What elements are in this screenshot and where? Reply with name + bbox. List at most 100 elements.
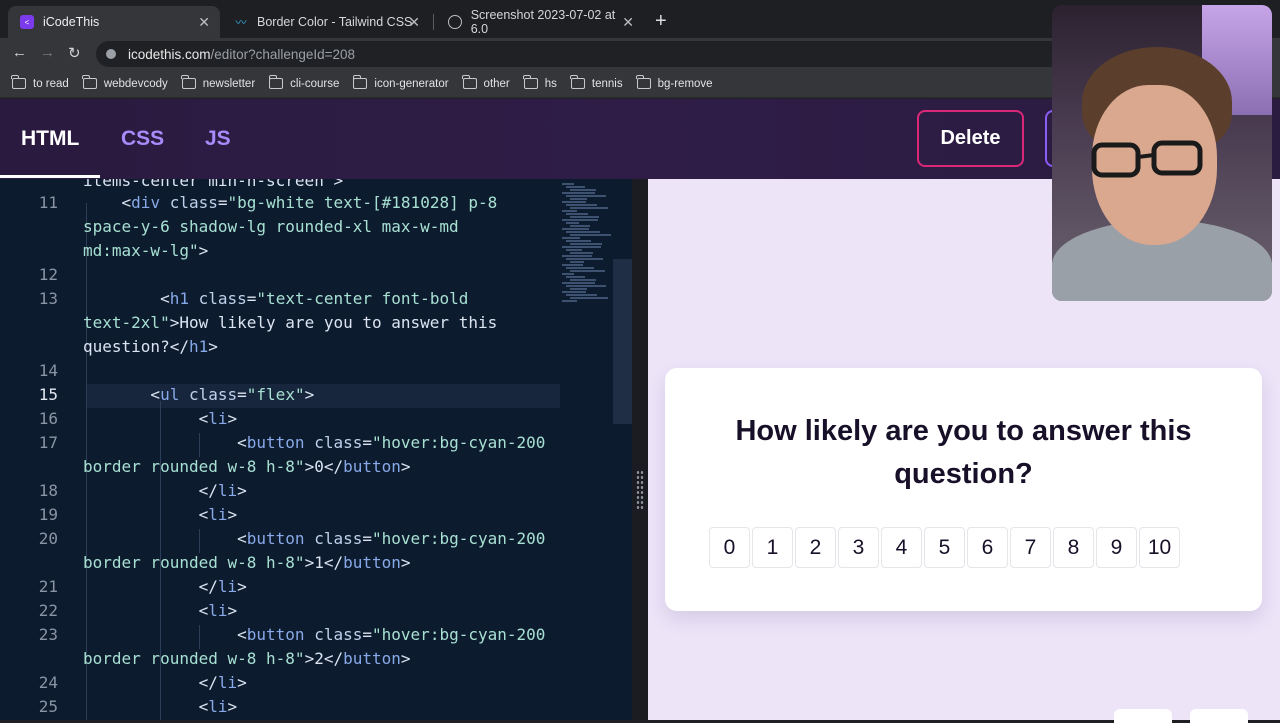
line-number: 12 bbox=[38, 265, 58, 284]
close-tab-icon[interactable]: ✕ bbox=[408, 14, 420, 31]
minimap[interactable] bbox=[562, 179, 612, 309]
site-info-icon[interactable] bbox=[106, 49, 116, 59]
resize-grip-icon[interactable] bbox=[636, 470, 644, 510]
preview-footer-button[interactable] bbox=[1190, 709, 1248, 723]
tab-title: Border Color - Tailwind CSS bbox=[257, 15, 413, 29]
minimap-line bbox=[570, 288, 587, 290]
bookmark-label: to read bbox=[33, 77, 69, 90]
bookmark-label: webdevcody bbox=[103, 77, 168, 90]
minimap-line bbox=[566, 249, 582, 251]
bookmark-hs[interactable]: hs bbox=[523, 75, 557, 90]
rating-button-3[interactable]: 3 bbox=[838, 527, 879, 568]
code-line: <ul class="flex"> bbox=[83, 385, 315, 404]
code-line-partial: items-center min-h-screen"> bbox=[83, 179, 344, 190]
forward-arrow-icon[interactable]: → bbox=[40, 44, 55, 61]
minimap-line bbox=[566, 267, 594, 269]
line-number: 25 bbox=[38, 697, 58, 716]
minimap-line bbox=[566, 186, 585, 188]
line-number: 24 bbox=[38, 673, 58, 692]
line-number: 17 bbox=[38, 433, 58, 452]
code-line: border rounded w-8 h-8">0</button> bbox=[83, 457, 411, 476]
minimap-line bbox=[562, 282, 595, 284]
minimap-line bbox=[570, 261, 584, 263]
minimap-line bbox=[566, 222, 579, 224]
code-line: <button class="hover:bg-cyan-200 bbox=[83, 529, 546, 548]
bookmark-icon-generator[interactable]: icon-generator bbox=[352, 75, 449, 90]
browser-tab-icodethis[interactable]: < iCodeThis ✕ bbox=[8, 6, 220, 38]
url-path: /editor?challengeId=208 bbox=[210, 46, 356, 62]
bookmark-to-read[interactable]: to read bbox=[11, 75, 69, 90]
folder-icon bbox=[461, 75, 477, 89]
delete-button[interactable]: Delete bbox=[917, 110, 1024, 167]
minimap-line bbox=[566, 294, 597, 296]
code-editor[interactable]: items-center min-h-screen"> 11 <div clas… bbox=[0, 179, 632, 720]
address-bar[interactable]: icodethis.com/editor?challengeId=208 bbox=[96, 41, 1076, 67]
code-line: <div class="bg-white text-[#181028] p-8 bbox=[83, 193, 498, 212]
minimap-line bbox=[562, 246, 601, 248]
rating-list: 0 1 2 3 4 5 6 7 8 9 10 bbox=[709, 527, 1180, 568]
rating-button-5[interactable]: 5 bbox=[924, 527, 965, 568]
bookmark-newsletter[interactable]: newsletter bbox=[181, 75, 256, 90]
editor-scrollbar[interactable] bbox=[613, 259, 632, 424]
bookmark-other[interactable]: other bbox=[461, 75, 510, 90]
rating-button-2[interactable]: 2 bbox=[795, 527, 836, 568]
bookmark-cli-course[interactable]: cli-course bbox=[268, 75, 339, 90]
bookmark-bg-remove[interactable]: bg-remove bbox=[636, 75, 713, 90]
bookmark-tennis[interactable]: tennis bbox=[570, 75, 623, 90]
code-line: question?</h1> bbox=[83, 337, 218, 356]
folder-icon bbox=[636, 75, 651, 89]
folder-icon bbox=[181, 75, 196, 89]
minimap-line bbox=[570, 270, 605, 272]
pane-divider[interactable] bbox=[632, 179, 648, 720]
close-tab-icon[interactable]: ✕ bbox=[622, 14, 634, 31]
code-line: text-2xl">How likely are you to answer t… bbox=[83, 313, 498, 332]
rating-button-4[interactable]: 4 bbox=[881, 527, 922, 568]
minimap-line bbox=[562, 300, 577, 302]
rating-button-9[interactable]: 9 bbox=[1096, 527, 1137, 568]
bookmark-label: hs bbox=[544, 77, 557, 90]
minimap-line bbox=[566, 195, 606, 197]
rating-button-10[interactable]: 10 bbox=[1139, 527, 1180, 568]
rating-button-1[interactable]: 1 bbox=[752, 527, 793, 568]
new-tab-icon[interactable]: + bbox=[655, 10, 667, 33]
preview-footer-button[interactable] bbox=[1114, 709, 1172, 723]
close-tab-icon[interactable]: ✕ bbox=[198, 14, 210, 31]
code-line: <button class="hover:bg-cyan-200 bbox=[83, 625, 546, 644]
rating-button-8[interactable]: 8 bbox=[1053, 527, 1094, 568]
browser-tab-tailwind[interactable]: 〰 Border Color - Tailwind CSS ✕ bbox=[222, 6, 430, 38]
tab-js[interactable]: JS bbox=[205, 127, 231, 151]
code-line: space-y-6 shadow-lg rounded-xl max-w-md bbox=[83, 217, 459, 236]
line-number: 22 bbox=[38, 601, 58, 620]
bookmark-label: newsletter bbox=[202, 77, 256, 90]
code-line: </li> bbox=[83, 481, 247, 500]
bookmark-label: bg-remove bbox=[657, 77, 713, 90]
bookmark-webdevcody[interactable]: webdevcody bbox=[82, 75, 168, 90]
folder-icon bbox=[268, 75, 284, 89]
minimap-line bbox=[570, 216, 599, 218]
minimap-line bbox=[570, 225, 590, 227]
minimap-line bbox=[570, 252, 593, 254]
back-arrow-icon[interactable]: ← bbox=[12, 44, 27, 61]
folder-icon bbox=[523, 75, 538, 89]
tailwind-favicon-icon: 〰 bbox=[235, 17, 247, 29]
tab-css[interactable]: CSS bbox=[121, 127, 164, 151]
code-line: border rounded w-8 h-8">2</button> bbox=[83, 649, 411, 668]
line-number: 21 bbox=[38, 577, 58, 596]
survey-question: How likely are you to answer this questi… bbox=[735, 415, 1192, 490]
minimap-line bbox=[562, 291, 586, 293]
minimap-line bbox=[570, 198, 587, 200]
code-line: <h1 class="text-center font-bold bbox=[83, 289, 469, 308]
minimap-line bbox=[566, 231, 600, 233]
rating-button-7[interactable]: 7 bbox=[1010, 527, 1051, 568]
browser-tab-screenshot[interactable]: Screenshot 2023-07-02 at 6.0 ✕ bbox=[436, 6, 644, 38]
bookmark-label: other bbox=[483, 77, 510, 90]
minimap-line bbox=[570, 243, 602, 245]
line-number: 14 bbox=[38, 361, 58, 380]
minimap-line bbox=[566, 240, 591, 242]
reload-icon[interactable]: ↻ bbox=[68, 44, 81, 62]
minimap-line bbox=[562, 255, 592, 257]
rating-button-6[interactable]: 6 bbox=[967, 527, 1008, 568]
tab-html[interactable]: HTML bbox=[21, 127, 79, 151]
rating-button-0[interactable]: 0 bbox=[709, 527, 750, 568]
line-number: 19 bbox=[38, 505, 58, 524]
